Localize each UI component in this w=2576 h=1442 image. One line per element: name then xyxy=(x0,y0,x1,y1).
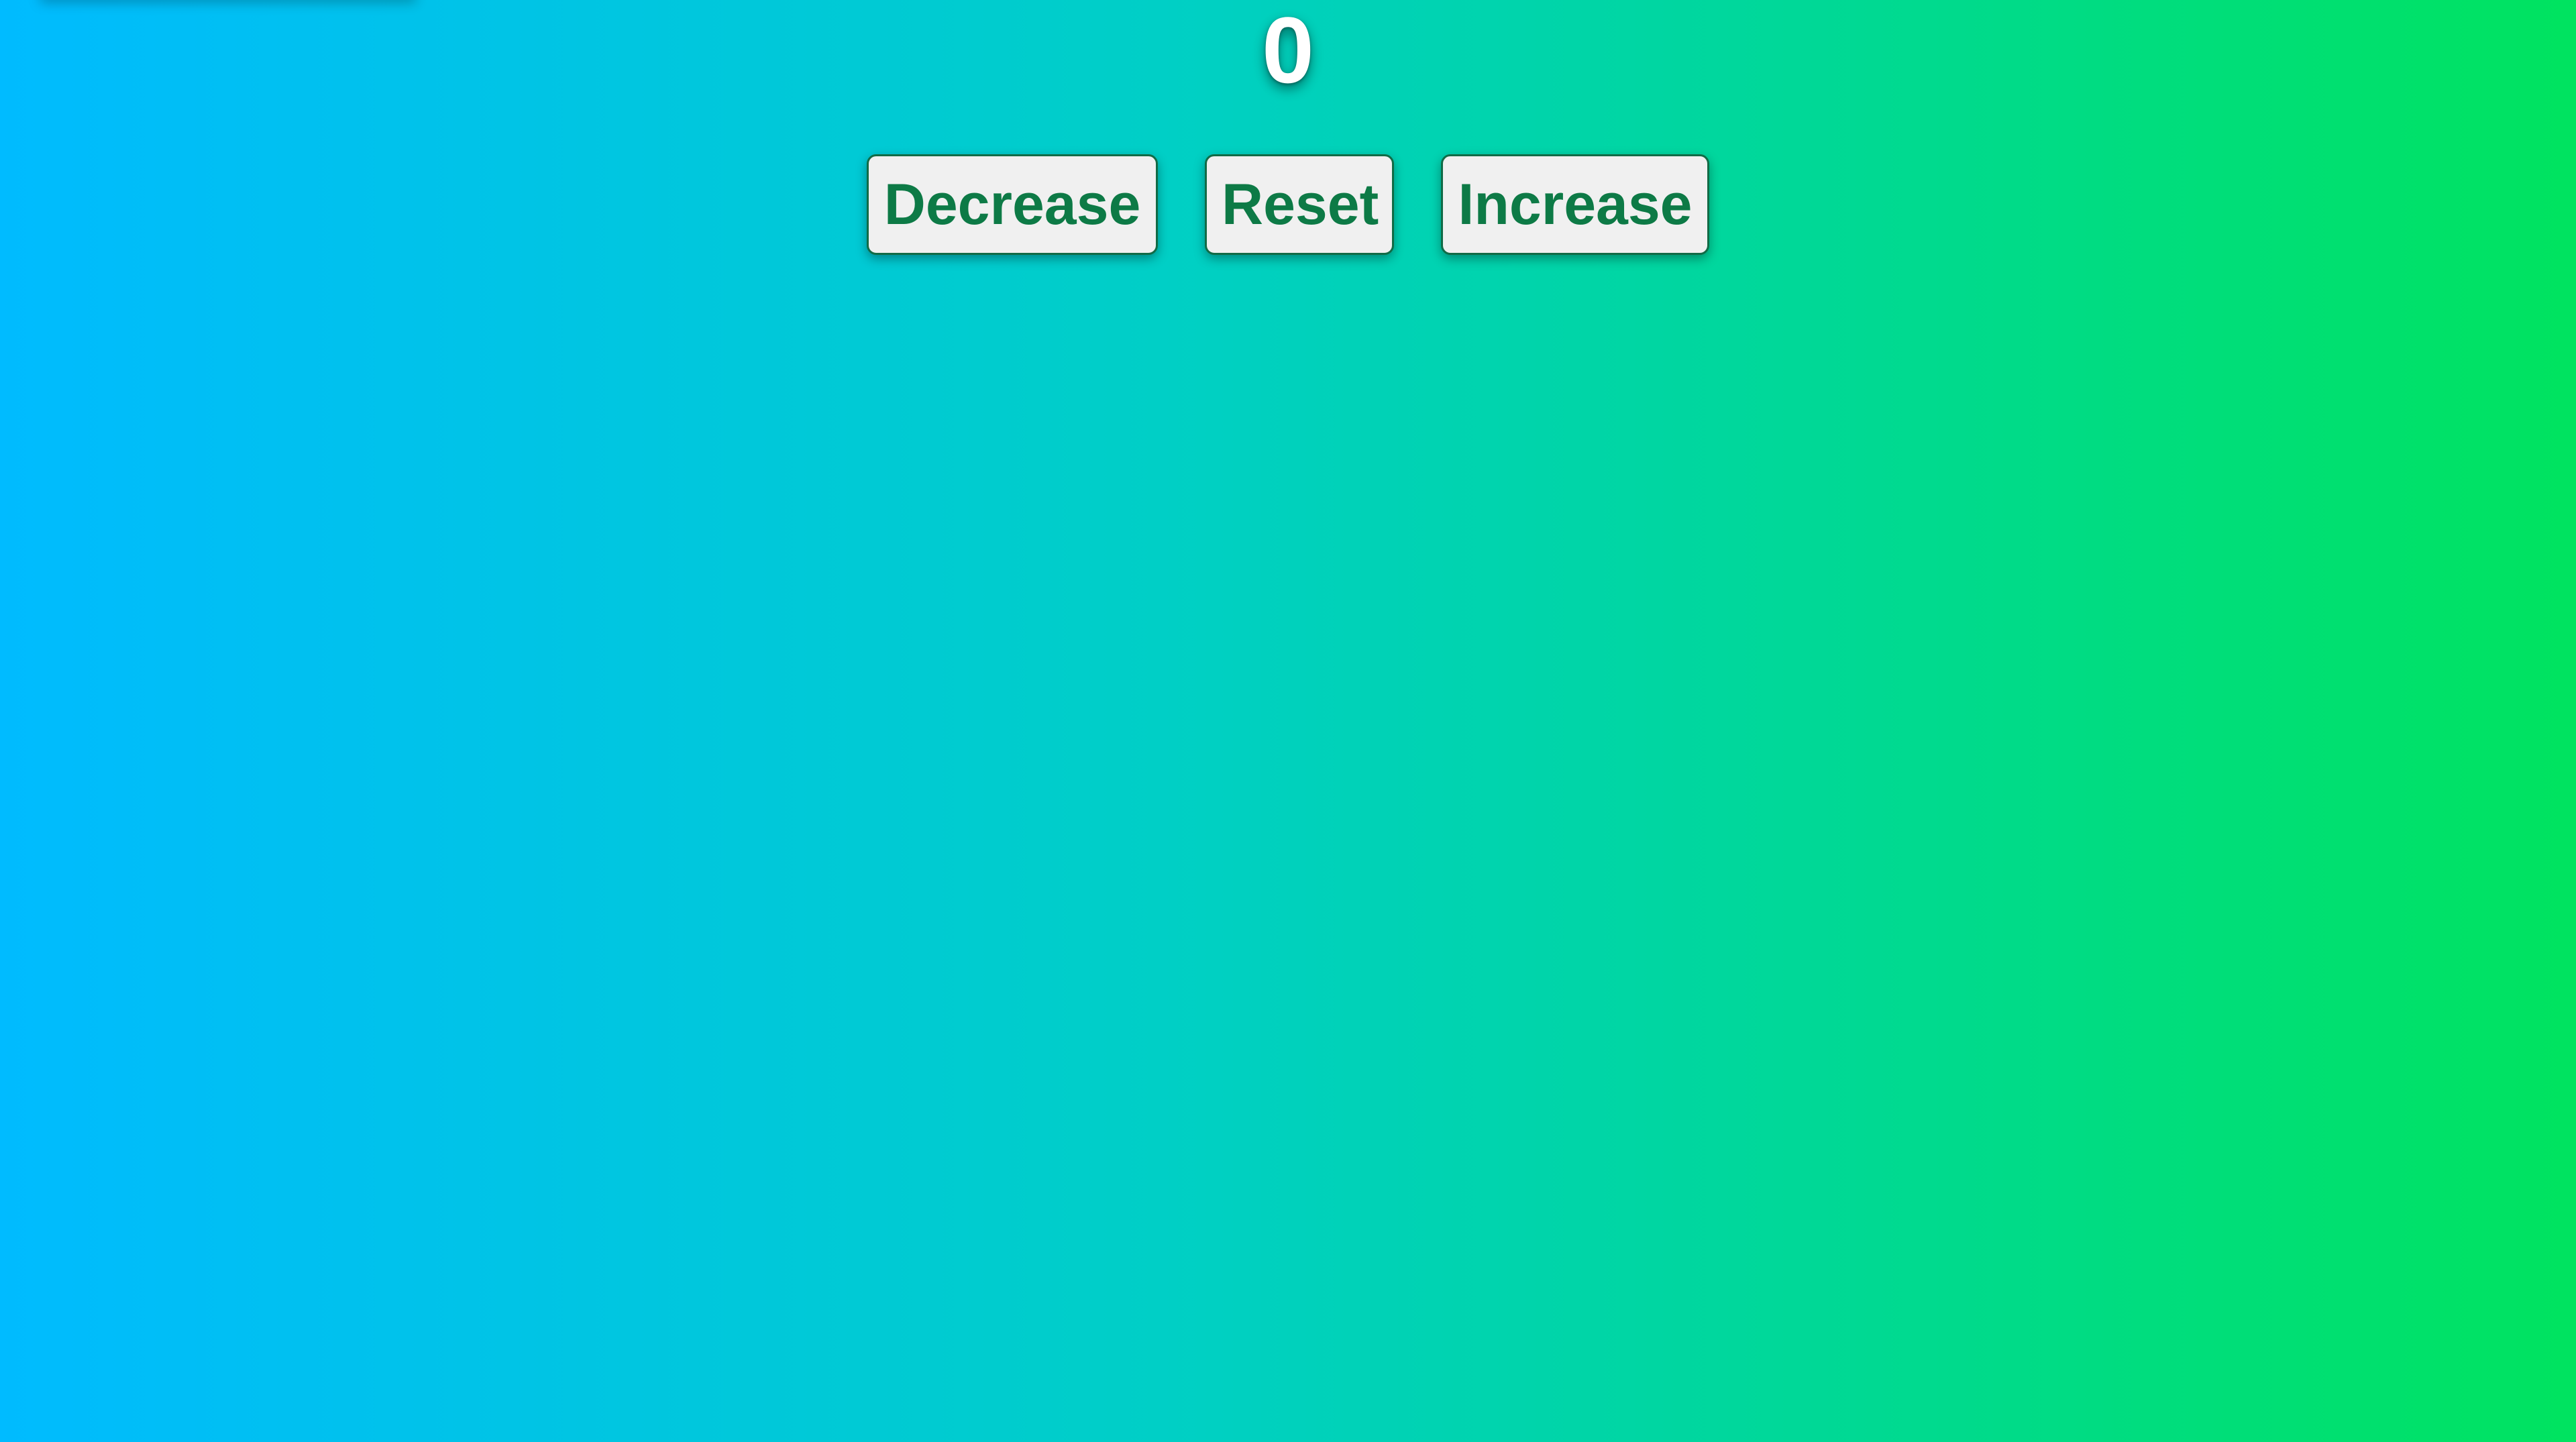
reset-button[interactable]: Reset xyxy=(1205,154,1394,255)
increase-button[interactable]: Increase xyxy=(1441,154,1709,255)
counter-controls: Decrease Reset Increase xyxy=(0,154,2576,255)
counter-value: 0 xyxy=(1262,0,1314,103)
decrease-button[interactable]: Decrease xyxy=(867,154,1158,255)
